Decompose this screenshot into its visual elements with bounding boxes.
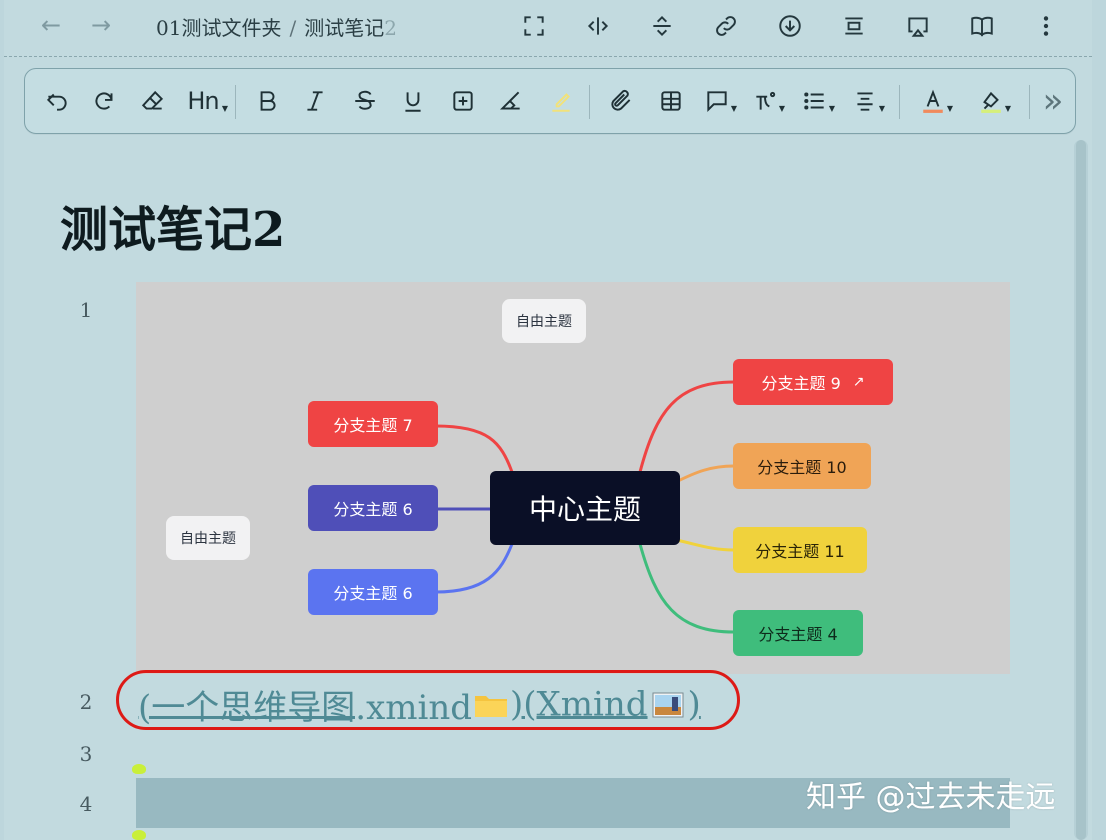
line-number: 1	[79, 298, 93, 322]
line-number: 2	[79, 690, 93, 714]
mindmap-image[interactable]: 自由主题 自由主题 中心主题 分支主题 7 分支主题 6 分支主题 6 分支主题…	[136, 282, 1010, 674]
more-vertical-icon[interactable]	[1026, 8, 1066, 44]
format-toolbar: Hn ▼ ▼ ▼ ▼ ▼ ▼ ▼ »	[24, 68, 1076, 134]
divider	[1029, 85, 1030, 119]
free-topic: 自由主题	[166, 516, 250, 560]
download-icon[interactable]	[770, 8, 810, 44]
line-number: 4	[79, 792, 93, 816]
external-link-icon: ↗	[852, 374, 865, 390]
cast-icon[interactable]	[898, 8, 938, 44]
breadcrumb-note[interactable]: 测试笔记	[304, 16, 384, 40]
collapse-icon[interactable]	[642, 8, 682, 44]
attachment-icon[interactable]	[603, 83, 639, 119]
watermark: 知乎 @过去未走远	[806, 780, 1056, 815]
heading-button[interactable]: Hn ▼	[181, 83, 228, 119]
cursor-marker	[132, 830, 146, 840]
expand-width-icon[interactable]	[578, 8, 618, 44]
central-topic: 中心主题	[490, 471, 680, 545]
more-tools-label: »	[1042, 81, 1064, 121]
align-center-icon[interactable]	[834, 8, 874, 44]
branch-label: 分支主题 9	[761, 374, 841, 393]
scrollbar-thumb[interactable]	[1076, 140, 1086, 840]
branch-topic: 分支主题 4	[733, 610, 863, 656]
xmind-links: (一个思维导图.xmind )(Xmind)	[138, 680, 701, 729]
underline-icon[interactable]	[395, 83, 431, 119]
text-align-icon[interactable]: ▼	[847, 83, 885, 119]
line-number: 3	[79, 742, 93, 766]
folder-icon[interactable]	[474, 691, 508, 719]
xmind-file-link[interactable]: (一个思维导图.xmind	[138, 688, 472, 728]
eraser-icon[interactable]	[135, 83, 171, 119]
branch-topic: 分支主题 6	[308, 485, 438, 531]
breadcrumb-folder[interactable]: 01测试文件夹	[156, 16, 281, 40]
breadcrumb: 01测试文件夹 / 测试笔记2	[156, 12, 397, 41]
background-color-icon[interactable]: ▼	[973, 83, 1011, 119]
free-topic: 自由主题	[502, 299, 586, 343]
branch-topic: 分支主题 6	[308, 569, 438, 615]
undo-icon[interactable]	[39, 83, 75, 119]
link-close-paren: )	[687, 684, 701, 725]
divider	[899, 85, 900, 119]
divider	[589, 85, 590, 119]
document-title[interactable]: 测试笔记2	[60, 190, 285, 260]
redo-icon[interactable]	[87, 83, 123, 119]
heading-label: Hn	[187, 87, 219, 115]
branch-topic-with-link: 分支主题 9 ↗	[733, 359, 893, 405]
table-icon[interactable]	[653, 83, 689, 119]
branch-topic: 分支主题 11	[733, 527, 867, 573]
back-arrow-icon[interactable]: ←	[34, 10, 68, 40]
image-icon[interactable]	[652, 691, 684, 719]
bold-icon[interactable]	[249, 83, 285, 119]
italic-icon[interactable]	[297, 83, 333, 119]
more-tools-icon[interactable]: »	[1035, 81, 1071, 121]
top-bar: ← → 01测试文件夹 / 测试笔记2	[4, 0, 1092, 57]
fullscreen-icon[interactable]	[514, 8, 554, 44]
scrollbar[interactable]	[1074, 140, 1088, 840]
divider	[235, 85, 236, 119]
link-icon[interactable]	[706, 8, 746, 44]
font-color-icon[interactable]: ▼	[915, 83, 953, 119]
xmind-app-link[interactable]: )(Xmind	[510, 685, 648, 725]
highlighter-icon[interactable]	[543, 83, 579, 119]
math-icon[interactable]: ▼	[747, 83, 785, 119]
branch-topic: 分支主题 7	[308, 401, 438, 447]
branch-topic: 分支主题 10	[733, 443, 871, 489]
cursor-marker	[132, 764, 146, 774]
insert-box-icon[interactable]	[445, 83, 481, 119]
brush-icon[interactable]	[493, 83, 529, 119]
comment-icon[interactable]: ▼	[699, 83, 737, 119]
forward-arrow-icon[interactable]: →	[84, 10, 118, 40]
book-icon[interactable]	[962, 8, 1002, 44]
breadcrumb-separator: /	[289, 16, 297, 40]
strikethrough-icon[interactable]	[347, 83, 383, 119]
breadcrumb-note-suffix: 2	[384, 16, 397, 40]
list-icon[interactable]: ▼	[797, 83, 835, 119]
